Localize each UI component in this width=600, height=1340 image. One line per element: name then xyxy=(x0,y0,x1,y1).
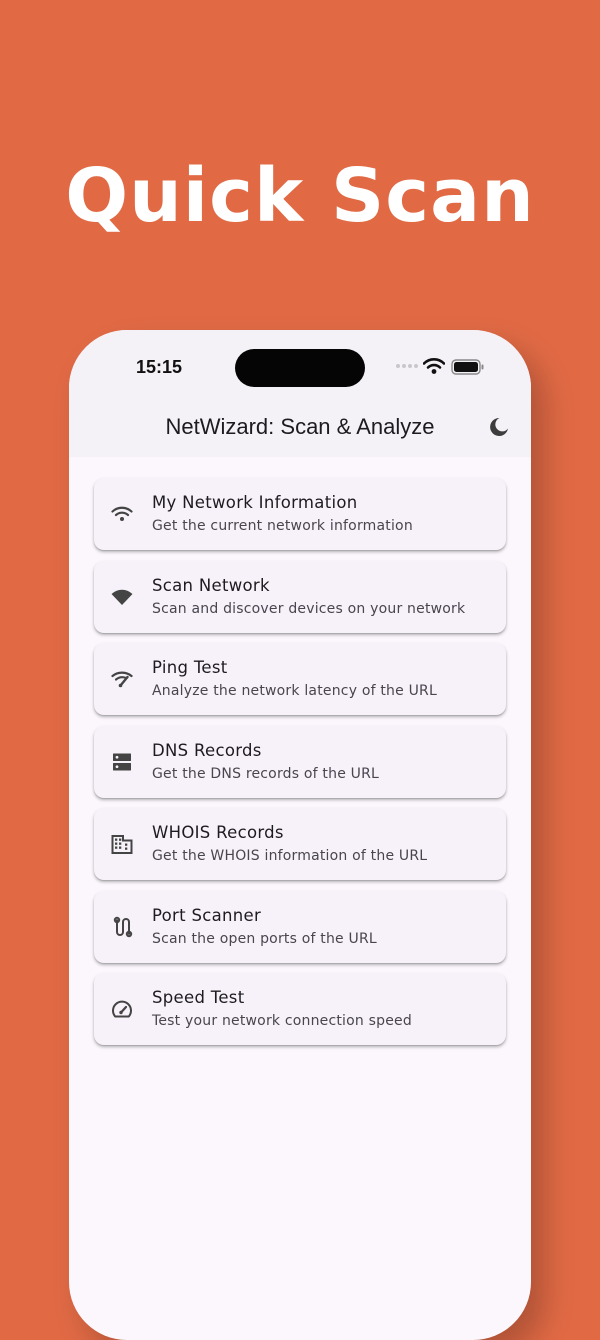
menu-item-subtitle: Scan the open ports of the URL xyxy=(152,930,377,947)
status-time: 15:15 xyxy=(136,357,183,377)
wifi-icon xyxy=(423,357,445,375)
menu-item-scan-network[interactable]: Scan Network Scan and discover devices o… xyxy=(94,560,506,633)
theme-toggle-button[interactable] xyxy=(487,415,511,439)
signal-speed-icon xyxy=(110,667,134,691)
app-title: NetWizard: Scan & Analyze xyxy=(165,414,435,439)
menu-item-subtitle: Scan and discover devices on your networ… xyxy=(152,600,466,617)
battery-icon xyxy=(451,359,485,375)
menu-item-subtitle: Get the current network information xyxy=(152,518,413,534)
dynamic-island xyxy=(235,349,365,387)
dns-icon xyxy=(110,750,134,774)
menu-item-subtitle: Get the WHOIS information of the URL xyxy=(152,848,428,864)
route-icon xyxy=(110,915,134,939)
menu-item-speed-test[interactable]: Speed Test Test your network connection … xyxy=(94,973,506,1045)
phone-screen: 15:15 NetWizard: Scan & Analyze My Netwo… xyxy=(69,330,531,1340)
app-bar: 15:15 NetWizard: Scan & Analyze xyxy=(69,330,531,457)
menu-item-whois-records[interactable]: WHOIS Records Get the WHOIS information … xyxy=(94,808,506,880)
menu-item-title: Speed Test xyxy=(152,988,245,1007)
menu-item-title: WHOIS Records xyxy=(152,823,284,842)
menu-item-dns-records[interactable]: DNS Records Get the DNS records of the U… xyxy=(94,725,506,798)
menu-item-title: My Network Information xyxy=(152,493,358,512)
tool-list: My Network Information Get the current n… xyxy=(94,478,506,1056)
menu-item-title: Ping Test xyxy=(152,658,228,677)
menu-item-my-network-information[interactable]: My Network Information Get the current n… xyxy=(94,478,506,550)
menu-item-title: Port Scanner xyxy=(152,905,262,925)
menu-item-title: DNS Records xyxy=(152,740,262,760)
menu-item-ping-test[interactable]: Ping Test Analyze the network latency of… xyxy=(94,643,506,715)
wifi-icon xyxy=(110,502,134,526)
building-icon xyxy=(110,832,134,856)
moon-icon xyxy=(490,417,508,436)
menu-item-title: Scan Network xyxy=(152,575,270,595)
speedometer-icon xyxy=(110,997,134,1021)
menu-item-subtitle: Get the DNS records of the URL xyxy=(152,765,380,782)
menu-item-subtitle: Test your network connection speed xyxy=(152,1013,412,1029)
menu-item-subtitle: Analyze the network latency of the URL xyxy=(152,683,437,699)
menu-item-port-scanner[interactable]: Port Scanner Scan the open ports of the … xyxy=(94,890,506,963)
signal-dots-icon xyxy=(395,363,419,369)
wifi-filled-icon xyxy=(110,585,134,609)
promo-headline: Quick Scan xyxy=(65,153,535,239)
